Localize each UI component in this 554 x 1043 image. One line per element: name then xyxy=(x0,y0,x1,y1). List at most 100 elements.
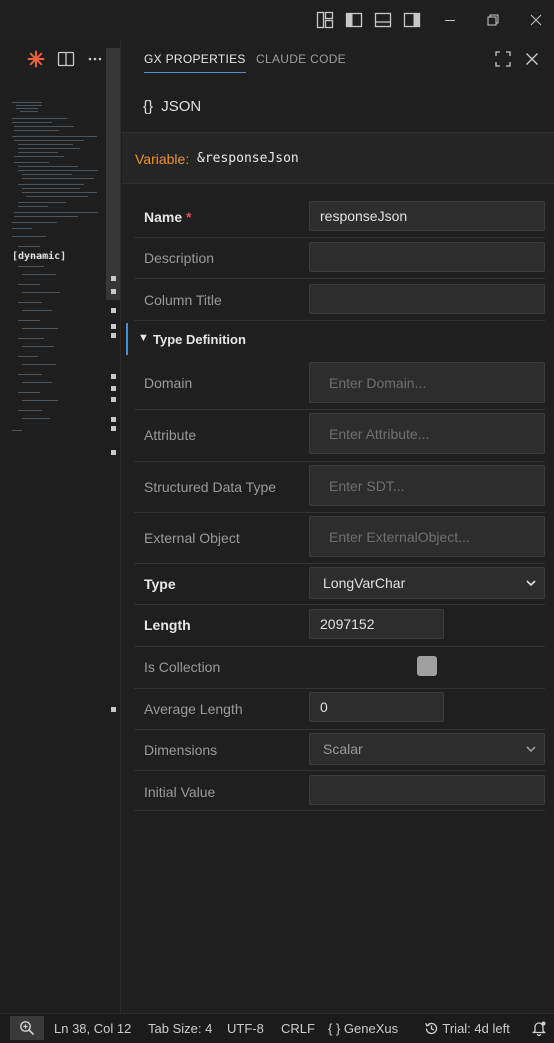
property-label: Is Collection xyxy=(144,659,221,675)
encoding[interactable]: UTF-8 xyxy=(227,1021,264,1036)
claude-starburst-icon[interactable] xyxy=(27,50,45,68)
scroll-marker xyxy=(111,324,116,329)
property-row-is-collection: Is Collection xyxy=(134,647,545,689)
type-select[interactable]: LongVarChar xyxy=(309,567,545,599)
toggle-secondary-sidebar-icon[interactable] xyxy=(403,11,421,29)
scroll-marker xyxy=(111,397,116,402)
braces-icon: { } xyxy=(328,1021,341,1036)
sdt-input[interactable]: Enter SDT... xyxy=(309,465,545,506)
variable-bar: Variable: &responseJson xyxy=(122,132,554,184)
editor-scrollbar[interactable] xyxy=(106,48,120,300)
type-definition-section[interactable]: ▼ Type Definition xyxy=(126,323,545,355)
variable-name: &responseJson xyxy=(197,151,299,166)
minimap[interactable] xyxy=(4,96,106,436)
tab-size[interactable]: Tab Size: 4 xyxy=(148,1021,212,1036)
domain-input[interactable]: Enter Domain... xyxy=(309,362,545,403)
language-mode[interactable]: { } GeneXus xyxy=(328,1021,398,1036)
name-input[interactable]: responseJson xyxy=(309,201,545,231)
chevron-down-icon xyxy=(524,576,538,590)
column-title-input[interactable] xyxy=(309,284,545,314)
property-row-domain: Domain Enter Domain... xyxy=(134,359,545,410)
object-header: {} JSON xyxy=(143,98,201,115)
scroll-marker xyxy=(111,308,116,313)
minimap-section-label: [dynamic] xyxy=(12,251,67,262)
scroll-marker xyxy=(111,289,116,294)
scroll-marker xyxy=(111,450,116,455)
scroll-marker xyxy=(111,707,116,712)
attribute-input[interactable]: Enter Attribute... xyxy=(309,413,545,454)
property-row-sdt: Structured Data Type Enter SDT... xyxy=(134,462,545,513)
dimensions-select[interactable]: Scalar xyxy=(309,733,545,765)
dimensions-select-value: Scalar xyxy=(323,741,363,757)
editor-area: [dynamic] xyxy=(0,40,121,1013)
scroll-marker xyxy=(111,276,116,281)
property-label: Attribute xyxy=(144,427,197,443)
line-ending[interactable]: CRLF xyxy=(281,1021,315,1036)
scroll-marker xyxy=(111,417,116,422)
property-label: Structured Data Type xyxy=(144,479,277,495)
expand-triangle-icon: ▼ xyxy=(138,332,149,344)
scroll-marker xyxy=(111,333,116,338)
scroll-marker xyxy=(111,386,116,391)
initial-value-input[interactable] xyxy=(309,775,545,805)
chevron-down-icon xyxy=(524,742,538,756)
scroll-marker xyxy=(111,426,116,431)
trial-status[interactable]: Trial: 4d left xyxy=(424,1021,510,1036)
panel-tabs: GX PROPERTIES CLAUDE CODE xyxy=(122,40,554,78)
close-panel-icon[interactable] xyxy=(523,50,541,68)
length-input[interactable]: 2097152 xyxy=(309,609,444,639)
variable-label: Variable: xyxy=(135,151,190,167)
editor-toolbar xyxy=(0,40,121,78)
property-label: Dimensions xyxy=(144,742,218,758)
cursor-position[interactable]: Ln 38, Col 12 xyxy=(54,1021,131,1036)
property-label: Initial Value xyxy=(144,784,216,800)
zoom-icon xyxy=(20,1021,35,1036)
tab-gx-properties[interactable]: GX PROPERTIES xyxy=(144,52,246,73)
property-label: Column Title xyxy=(144,292,222,308)
description-input[interactable] xyxy=(309,242,545,272)
json-icon: {} xyxy=(143,98,154,115)
history-icon xyxy=(425,1022,438,1035)
minimize-icon[interactable] xyxy=(441,11,459,29)
property-row-type: Type LongVarChar xyxy=(134,564,545,605)
external-object-input[interactable]: Enter ExternalObject... xyxy=(309,516,545,557)
status-bar: Ln 38, Col 12 Tab Size: 4 UTF-8 CRLF { }… xyxy=(0,1013,554,1043)
property-label: Domain xyxy=(144,375,193,391)
object-type-label: JSON xyxy=(161,98,202,115)
property-row-dimensions: Dimensions Scalar xyxy=(134,730,545,771)
section-focus-bar xyxy=(126,323,128,355)
restore-icon[interactable] xyxy=(484,11,502,29)
toggle-primary-sidebar-icon[interactable] xyxy=(345,11,363,29)
title-bar xyxy=(0,0,554,40)
property-row-name: Name * responseJson xyxy=(134,196,545,238)
property-label: Name * xyxy=(144,209,192,225)
split-editor-icon[interactable] xyxy=(57,50,75,68)
property-row-attribute: Attribute Enter Attribute... xyxy=(134,410,545,462)
toggle-panel-icon[interactable] xyxy=(374,11,392,29)
customize-layout-icon[interactable] xyxy=(316,11,334,29)
maximize-panel-icon[interactable] xyxy=(494,50,512,68)
average-length-input[interactable]: 0 xyxy=(309,692,444,722)
more-actions-icon[interactable] xyxy=(86,50,104,68)
close-icon[interactable] xyxy=(527,11,545,29)
property-row-average-length: Average Length 0 xyxy=(134,689,545,730)
property-row-length: Length 2097152 xyxy=(134,605,545,647)
zoom-button[interactable] xyxy=(10,1016,44,1040)
property-label: External Object xyxy=(144,530,240,546)
property-row-external-object: External Object Enter ExternalObject... xyxy=(134,513,545,564)
property-label: Type xyxy=(144,576,176,592)
property-row-description: Description xyxy=(134,238,545,279)
property-label: Average Length xyxy=(144,701,243,717)
tab-claude-code[interactable]: CLAUDE CODE xyxy=(256,52,346,66)
scroll-marker xyxy=(111,374,116,379)
property-row-initial-value: Initial Value xyxy=(134,771,545,811)
property-row-column-title: Column Title xyxy=(134,279,545,321)
property-label: Description xyxy=(144,250,215,266)
notifications-bell-icon[interactable] xyxy=(531,1020,547,1039)
property-label: Length xyxy=(144,617,191,633)
type-select-value: LongVarChar xyxy=(323,575,406,591)
required-marker: * xyxy=(186,209,192,225)
properties-panel: GX PROPERTIES CLAUDE CODE {} JSON Variab… xyxy=(122,40,554,1013)
section-title: Type Definition xyxy=(153,332,246,347)
is-collection-checkbox[interactable] xyxy=(417,656,437,676)
